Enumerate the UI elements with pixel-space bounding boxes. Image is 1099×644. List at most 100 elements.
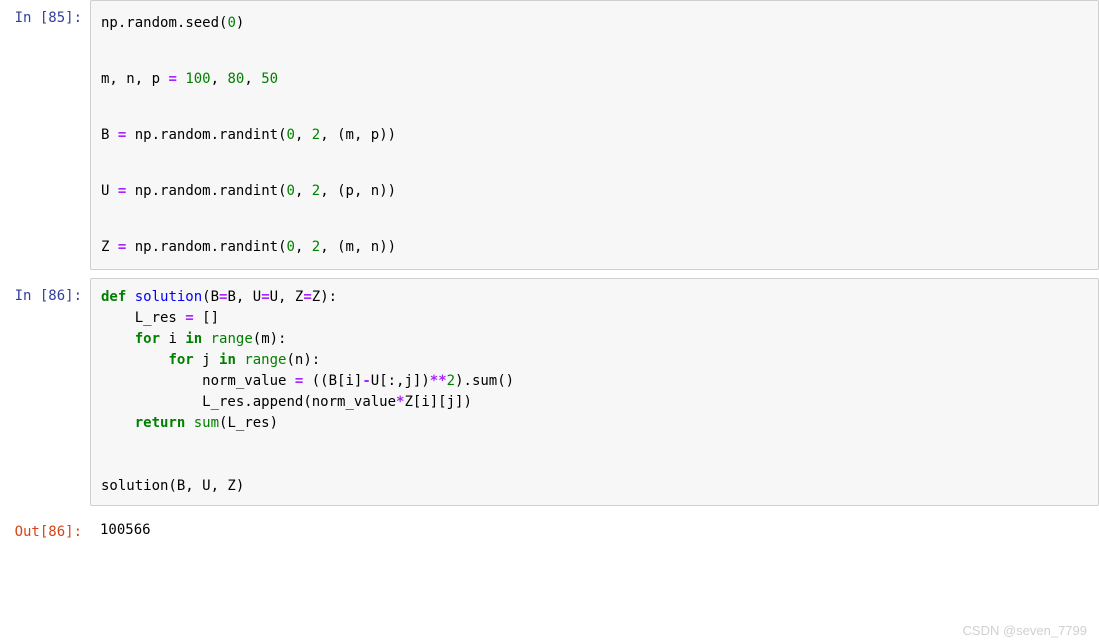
code-token: range <box>244 352 286 368</box>
code-token: np <box>126 127 151 143</box>
code-token: np <box>126 239 151 255</box>
cell-in-85: In [85]: np.random.seed(0) m, n, p = 100… <box>0 0 1099 270</box>
code-token: L_res <box>101 310 185 326</box>
code-token: for <box>168 352 193 368</box>
code-token: , <box>295 127 312 143</box>
code-token: = <box>168 71 176 87</box>
code-token: 2 <box>312 127 320 143</box>
code-token: random <box>126 15 177 31</box>
code-token: U, Z <box>270 289 304 305</box>
code-token: . <box>152 239 160 255</box>
code-token: 2 <box>312 239 320 255</box>
code-token: Z): <box>312 289 337 305</box>
code-token <box>101 352 168 368</box>
code-token: range <box>211 331 253 347</box>
code-token: ((B[i] <box>303 373 362 389</box>
code-token: in <box>185 331 202 347</box>
code-token: U[:,j]) <box>371 373 430 389</box>
prompt-in-86: In [86]: <box>0 278 90 506</box>
code-token: . <box>211 239 219 255</box>
code-token: 2 <box>312 183 320 199</box>
code-token: 0 <box>287 183 295 199</box>
code-token: for <box>135 331 160 347</box>
prompt-in-85: In [85]: <box>0 0 90 270</box>
code-token: solution(B, U, Z) <box>101 478 244 494</box>
code-token: def <box>101 289 126 305</box>
code-token: 100 <box>185 71 210 87</box>
code-token: 2 <box>447 373 455 389</box>
code-token: ( <box>278 183 286 199</box>
code-token: , (m, p)) <box>320 127 396 143</box>
code-token: append <box>253 394 304 410</box>
code-token: random <box>160 183 211 199</box>
code-token: solution <box>135 289 202 305</box>
code-token: () <box>497 373 514 389</box>
cell-in-86: In [86]: def solution(B=B, U=U, Z=Z): L_… <box>0 278 1099 506</box>
code-token: sum <box>194 415 219 431</box>
code-token: - <box>362 373 370 389</box>
code-cell-85[interactable]: np.random.seed(0) m, n, p = 100, 80, 50 … <box>90 0 1099 270</box>
code-token: . <box>464 373 472 389</box>
code-token: norm_value <box>101 373 295 389</box>
code-token: U <box>101 183 118 199</box>
code-token: 50 <box>261 71 278 87</box>
code-token: seed <box>185 15 219 31</box>
code-token: = <box>185 310 193 326</box>
code-token: (n): <box>286 352 320 368</box>
code-token: 0 <box>287 239 295 255</box>
code-token: . <box>211 183 219 199</box>
code-token: . <box>152 127 160 143</box>
code-token: 0 <box>287 127 295 143</box>
code-token: ) <box>455 373 463 389</box>
code-token: [] <box>194 310 219 326</box>
code-token: Z[i][j]) <box>404 394 471 410</box>
code-token: Z <box>101 239 118 255</box>
code-cell-86[interactable]: def solution(B=B, U=U, Z=Z): L_res = [] … <box>90 278 1099 506</box>
code-token: randint <box>219 127 278 143</box>
code-token <box>185 415 193 431</box>
code-token: . <box>152 183 160 199</box>
notebook: In [85]: np.random.seed(0) m, n, p = 100… <box>0 0 1099 546</box>
code-token: (norm_value <box>303 394 396 410</box>
code-token: = <box>261 289 269 305</box>
code-token: L_res <box>101 394 244 410</box>
code-token: in <box>219 352 236 368</box>
code-token <box>101 415 135 431</box>
output-cell-86: 100566 <box>90 514 1099 546</box>
code-token: . <box>244 394 252 410</box>
code-token: 0 <box>227 15 235 31</box>
code-token: ** <box>430 373 447 389</box>
code-token: (m): <box>253 331 287 347</box>
code-token: , <box>295 239 312 255</box>
code-token <box>202 331 210 347</box>
code-token <box>126 289 134 305</box>
code-token: sum <box>472 373 497 389</box>
code-token: random <box>160 239 211 255</box>
code-token: np <box>101 15 118 31</box>
code-token: , <box>211 71 228 87</box>
code-token: return <box>135 415 186 431</box>
code-token: j <box>194 352 219 368</box>
code-token: . <box>211 127 219 143</box>
code-token: (L_res) <box>219 415 278 431</box>
code-token: , <box>244 71 261 87</box>
code-token: ) <box>236 15 244 31</box>
code-token: randint <box>219 239 278 255</box>
code-token: m, n, p <box>101 71 168 87</box>
code-token: = <box>303 289 311 305</box>
cell-out-86: Out[86]: 100566 <box>0 514 1099 546</box>
code-token: 80 <box>227 71 244 87</box>
code-token: randint <box>219 183 278 199</box>
code-token: , (m, n)) <box>320 239 396 255</box>
code-token: ( <box>278 239 286 255</box>
code-token <box>101 331 135 347</box>
watermark: CSDN @seven_7799 <box>963 623 1087 638</box>
code-token: (B <box>202 289 219 305</box>
code-token: random <box>160 127 211 143</box>
code-token: , <box>295 183 312 199</box>
code-token: B <box>101 127 118 143</box>
prompt-out-86: Out[86]: <box>0 514 90 546</box>
code-token: ( <box>278 127 286 143</box>
code-token: , (p, n)) <box>320 183 396 199</box>
code-token: i <box>160 331 185 347</box>
